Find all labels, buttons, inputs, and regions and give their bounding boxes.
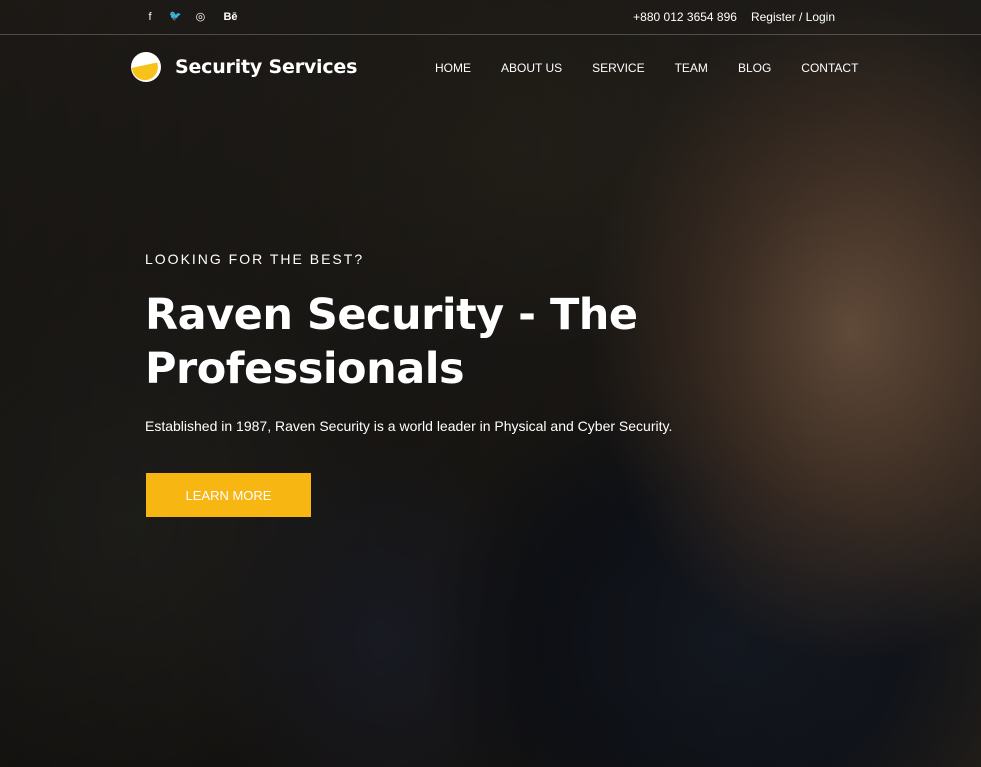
phone-number[interactable]: +880 012 3654 896 xyxy=(633,10,737,24)
brand-name: Security Services xyxy=(175,56,358,78)
logo-icon xyxy=(131,52,161,82)
behance-icon[interactable]: Bē xyxy=(223,11,237,23)
nav-item-home[interactable]: HOME xyxy=(435,61,471,75)
hero-title: Raven Security - The Professionals xyxy=(145,290,638,394)
hero-subtitle: Established in 1987, Raven Security is a… xyxy=(145,418,673,434)
learn-more-button[interactable]: LEARN MORE xyxy=(146,473,311,517)
nav-item-about-us[interactable]: ABOUT US xyxy=(501,61,562,75)
nav-item-service[interactable]: SERVICE xyxy=(592,61,644,75)
hero-eyebrow: LOOKING FOR THE BEST? xyxy=(145,251,365,267)
nav-item-contact[interactable]: CONTACT xyxy=(801,61,858,75)
top-bar: f 🐦 ◎ Bē +880 012 3654 896 Register / Lo… xyxy=(0,0,981,35)
register-login-link[interactable]: Register / Login xyxy=(751,10,835,24)
main-nav: HOME ABOUT US SERVICE TEAM BLOG CONTACT xyxy=(435,61,858,75)
twitter-icon[interactable]: 🐦 xyxy=(169,11,181,22)
social-links: f 🐦 ◎ Bē xyxy=(145,10,237,24)
nav-item-team[interactable]: TEAM xyxy=(675,61,708,75)
dribbble-icon[interactable]: ◎ xyxy=(195,10,206,23)
top-contact: +880 012 3654 896 Register / Login xyxy=(633,10,835,24)
brand-logo[interactable]: Security Services xyxy=(131,52,357,82)
nav-item-blog[interactable]: BLOG xyxy=(738,61,771,75)
facebook-icon[interactable]: f xyxy=(145,11,155,23)
